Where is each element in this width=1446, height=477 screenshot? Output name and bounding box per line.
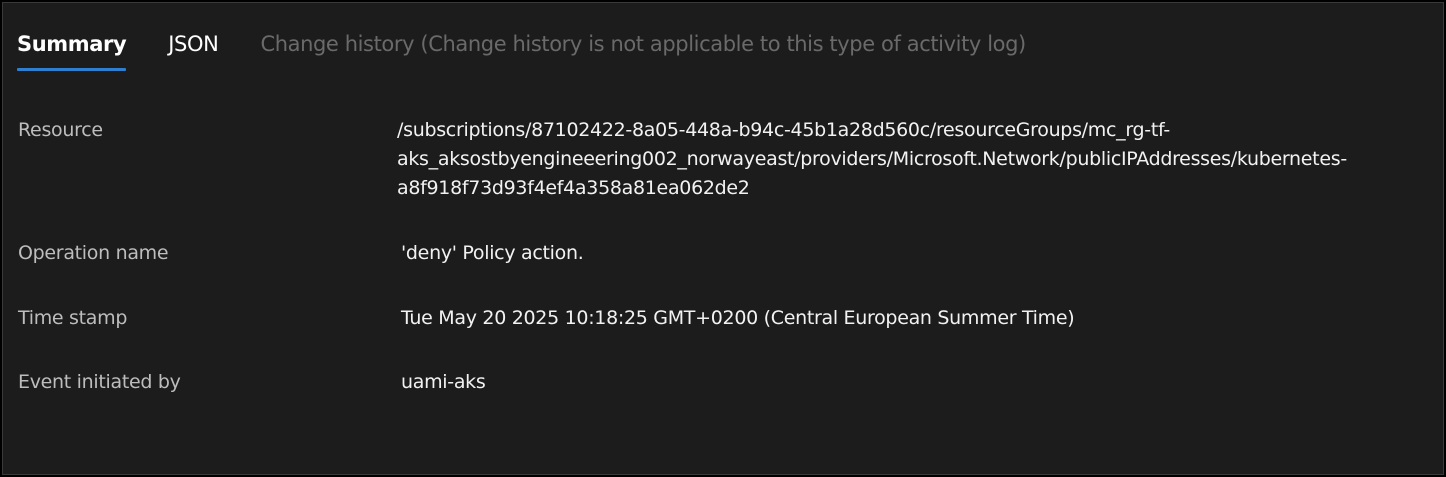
activity-log-details-panel: Summary JSON Change history (Change hist… bbox=[2, 2, 1444, 475]
resource-value-line-3: a8f918f73d93f4ef4a358a81ea062de2 bbox=[397, 177, 750, 199]
event-initiated-by-value: uami-aks bbox=[401, 371, 486, 393]
time-stamp-value: Tue May 20 2025 10:18:25 GMT+0200 (Centr… bbox=[401, 307, 1075, 329]
event-initiated-by-label: Event initiated by bbox=[18, 371, 181, 393]
operation-name-label: Operation name bbox=[18, 242, 169, 264]
time-stamp-label: Time stamp bbox=[18, 307, 128, 329]
tab-change-history: Change history (Change history is not ap… bbox=[260, 32, 1026, 56]
tab-json[interactable]: JSON bbox=[168, 31, 219, 71]
resource-value-line-1: /subscriptions/87102422-8a05-448a-b94c-4… bbox=[397, 119, 1170, 141]
detail-tabs: Summary JSON Change history (Change hist… bbox=[17, 31, 1068, 75]
operation-name-value: 'deny' Policy action. bbox=[401, 242, 584, 264]
resource-value: /subscriptions/87102422-8a05-448a-b94c-4… bbox=[397, 116, 1407, 203]
resource-value-line-2: aks_aksostbyengineeering002_norwayeast/p… bbox=[397, 148, 1347, 170]
resource-label: Resource bbox=[18, 119, 103, 141]
tab-summary[interactable]: Summary bbox=[17, 31, 127, 71]
